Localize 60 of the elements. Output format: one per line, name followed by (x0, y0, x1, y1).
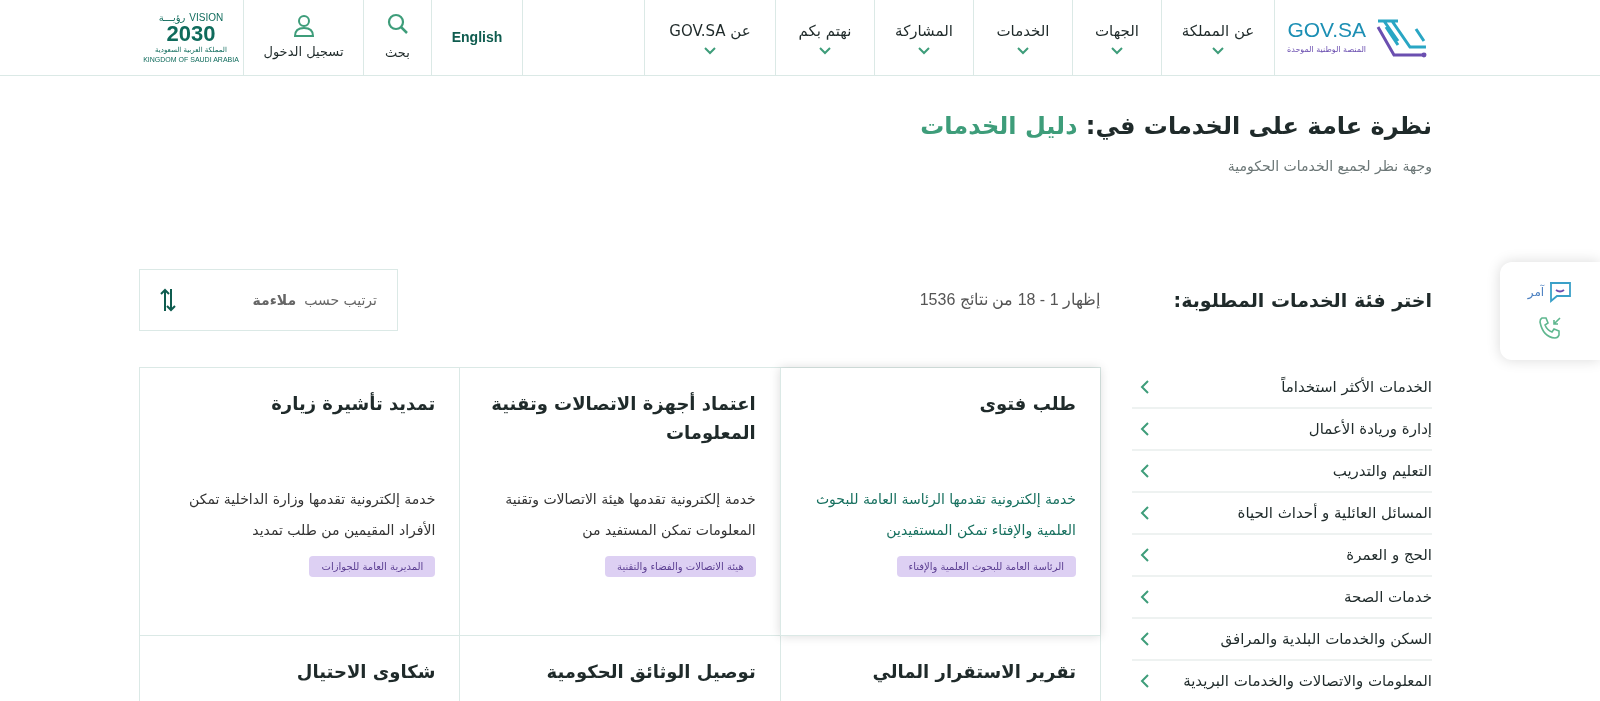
chevron-down-icon (917, 46, 931, 56)
chevron-left-icon (1140, 673, 1150, 689)
service-card[interactable]: توصيل الوثائق الحكومية (459, 636, 780, 701)
chevron-left-icon (1140, 421, 1150, 437)
service-card[interactable]: شكاوى الاحتيال (139, 636, 460, 701)
nav-menu-item[interactable]: عن المملكة (1161, 0, 1274, 75)
page-title: نظرة عامة على الخدمات في: دليل الخدمات (919, 111, 1432, 142)
category-heading: اختر فئة الخدمات المطلوبة: (1172, 287, 1432, 314)
category-item[interactable]: الخدمات الأكثر استخداماً (1132, 367, 1432, 409)
category-item[interactable]: التعليم والتدريب (1132, 451, 1432, 493)
service-card[interactable]: اعتماد أجهزة الاتصالات وتقنية المعلومات خدمة إلكترونية تقدمها هيئة الاتصالات وتقنية المعلومات تمكن المستفيد من هيئة الاتصالات والفضاء والتقنية (459, 368, 780, 636)
sort-dropdown[interactable]: ترتيب حسب ملاءمة (139, 269, 398, 331)
results-count: إظهار 1 - 18 من نتائج 1536 (919, 290, 1100, 311)
chevron-down-icon (818, 46, 832, 56)
service-title: توصيل الوثائق الحكومية (545, 660, 756, 685)
search-button[interactable]: بحث (363, 0, 431, 75)
language-link[interactable]: English (431, 0, 522, 75)
service-title: طلب فتوى (978, 392, 1076, 417)
service-description: خدمة إلكترونية تقدمها هيئة الاتصالات وتقنية المعلومات تمكن المستفيد من (504, 490, 756, 541)
chevron-left-icon (1140, 379, 1150, 395)
service-title: تقرير الاستقرار المالي (871, 660, 1076, 685)
service-title: تمديد تأشيرة زيارة (270, 391, 436, 417)
sort-arrows-icon (160, 287, 176, 313)
user-icon (292, 13, 315, 38)
page-subtitle: وجهة نظر لجميع الخدمات الحكومية (1226, 157, 1432, 177)
service-title: اعتماد أجهزة الاتصالات وتقنية المعلومات (490, 391, 756, 446)
category-item[interactable]: المعلومات والاتصالات والخدمات البريدية (1132, 661, 1432, 701)
category-item[interactable]: الحج و العمرة (1132, 535, 1432, 577)
agency-tag: هيئة الاتصالات والفضاء والتقنية (605, 555, 756, 577)
chat-bubble-icon (1548, 281, 1573, 303)
chevron-left-icon (1140, 631, 1150, 647)
nav-menu-item[interactable]: نهتم بكم (775, 0, 874, 75)
service-description: خدمة إلكترونية تقدمها وزارة الداخلية تمكن الأفراد المقيمين من طلب تمديد (188, 490, 436, 541)
service-description: خدمة إلكترونية تقدمها الرئاسة العامة للبحوث العلمية والإفتاء تمكن المستفيدين (814, 490, 1076, 541)
agency-tag: المديرية العامة للجوازات (309, 555, 436, 577)
chevron-left-icon (1140, 547, 1150, 563)
category-item[interactable]: المسائل العائلية و أحداث الحياة (1132, 493, 1432, 535)
chevron-left-icon (1140, 589, 1150, 605)
search-icon (386, 12, 409, 35)
nav-menu-item[interactable]: عن GOV.SA (644, 0, 775, 75)
chevron-down-icon (1016, 46, 1030, 56)
login-button[interactable]: تسجيل الدخول (243, 0, 363, 75)
chevron-left-icon (1140, 505, 1150, 521)
service-card[interactable]: طلب فتوى خدمة إلكترونية تقدمها الرئاسة العامة للبحوث العلمية والإفتاء تمكن المستفيدين الرئاسة العامة للبحوث العلمية والإفتاء (779, 368, 1100, 636)
nav-menu-item[interactable]: الخدمات (973, 0, 1072, 75)
category-item[interactable]: السكن والخدمات البلدية والمرافق (1132, 619, 1432, 661)
chevron-down-icon (1110, 46, 1124, 56)
chevron-down-icon (1211, 46, 1225, 56)
nav-menu-item[interactable]: المشاركة (874, 0, 973, 75)
category-item[interactable]: خدمات الصحة (1132, 577, 1432, 619)
nav-menu-item[interactable]: الجهات (1072, 0, 1161, 75)
chevron-down-icon (703, 46, 717, 56)
phone-icon[interactable] (1537, 315, 1563, 341)
category-item[interactable]: إدارة وريادة الأعمال (1132, 409, 1432, 451)
agency-tag: الرئاسة العامة للبحوث العلمية والإفتاء (896, 555, 1076, 577)
service-card[interactable]: تقرير الاستقرار المالي (779, 636, 1100, 701)
service-title: شكاوى الاحتيال (295, 660, 436, 685)
chevron-left-icon (1140, 463, 1150, 479)
chat-assistant-button[interactable]: آمر (1527, 281, 1573, 303)
service-card[interactable]: تمديد تأشيرة زيارة خدمة إلكترونية تقدمها وزارة الداخلية تمكن الأفراد المقيمين من طلب تمديد المديرية العامة للجوازات (139, 368, 460, 636)
